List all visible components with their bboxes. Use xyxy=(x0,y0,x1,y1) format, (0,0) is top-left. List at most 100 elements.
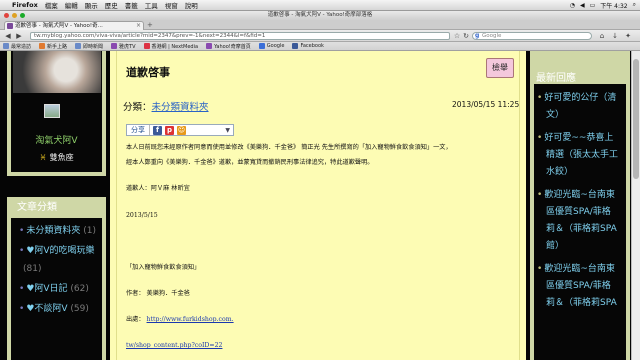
window-title: 道歉啓事 - 淘氣犬阿V - Yahoo!奇摩部落格 xyxy=(267,12,373,18)
chevron-down-icon[interactable]: ▼ xyxy=(225,127,230,134)
category-box: 文章分類 • 未分類資料夾 (1) • ♥阿V的吃喝玩樂 (81) • ♥阿V日記 (… xyxy=(7,197,106,360)
category-item[interactable]: • 未分類資料夾 (1) xyxy=(19,226,96,237)
menu-app-name[interactable]: Firefox xyxy=(12,1,38,9)
navigation-bar: ◀ ▶ tw.myblog.yahoo.com/viva-viva/articl… xyxy=(0,30,640,42)
zoom-window-icon[interactable] xyxy=(20,13,25,18)
download-button[interactable]: ↓ xyxy=(610,31,620,41)
url-input[interactable]: tw.myblog.yahoo.com/viva-viva/article?mi… xyxy=(30,32,450,40)
menubar-clock[interactable]: 下午 4:32 xyxy=(600,1,627,10)
addon-button[interactable]: ✦ xyxy=(623,31,633,41)
comment-item-line[interactable]: 文） xyxy=(546,107,564,124)
quote-author: 作者： 美樂狗．千金爸 xyxy=(126,290,190,297)
profile-photo[interactable] xyxy=(13,51,101,93)
home-button[interactable]: ⌂ xyxy=(597,31,607,41)
search-input[interactable]: g Google xyxy=(472,32,592,40)
category-item[interactable]: • ♥阿V的吃喝玩樂 xyxy=(19,246,95,257)
category-list: • 未分類資料夾 (1) • ♥阿V的吃喝玩樂 (81) • ♥阿V日記 (62) •… xyxy=(11,218,102,360)
tab-current[interactable]: 道歉啓事 - 淘氣犬阿V - Yahoo!奇... × xyxy=(4,21,144,30)
close-tab-icon[interactable]: × xyxy=(136,22,141,30)
vertical-scrollbar[interactable] xyxy=(631,51,640,360)
menu-tools[interactable]: 工具 xyxy=(145,0,158,10)
bookmark-item[interactable]: 最常造訪 xyxy=(3,43,31,50)
back-button[interactable]: ◀ xyxy=(3,31,13,41)
profile-box: 淘氣犬阿V ♓ 雙魚座 xyxy=(7,51,106,176)
volume-icon[interactable]: ◀ xyxy=(580,2,585,9)
menu-bookmarks[interactable]: 書籤 xyxy=(125,0,138,10)
source-link[interactable]: http://www.furkidshop.com. xyxy=(147,316,234,323)
blogger-name[interactable]: 淘氣犬阿V xyxy=(11,133,102,146)
zodiac-label: ♓ 雙魚座 xyxy=(39,153,74,162)
comment-item-line[interactable]: 精選（張太太手工 xyxy=(546,147,618,164)
bookmark-item[interactable]: 雅虎TV xyxy=(111,43,136,50)
source-link-continued[interactable]: tw/shop_content.php?coID=22 xyxy=(126,342,222,349)
yahoo-icon xyxy=(111,43,118,49)
menu-file[interactable]: 檔案 xyxy=(45,0,58,10)
right-sidebar: 最新回應 • 好可愛的公仔（清 文） • 好可愛~~恭喜上 精選（張太太手工 水餃）… xyxy=(526,51,631,360)
comment-item[interactable]: • 好可愛~~恭喜上 xyxy=(537,130,613,147)
menu-edit[interactable]: 編輯 xyxy=(65,0,78,10)
new-tab-button[interactable]: + xyxy=(147,21,153,29)
comment-item-line[interactable]: 區優質SPA/菲格 xyxy=(546,278,611,295)
scrollbar-thumb[interactable] xyxy=(633,59,639,179)
tab-label: 道歉啓事 - 淘氣犬阿V - Yahoo!奇... xyxy=(15,23,103,29)
menu-help[interactable]: 說明 xyxy=(185,0,198,10)
comment-item-line[interactable]: 莉＆（菲格莉SPA xyxy=(546,221,617,238)
comment-item-line[interactable]: 莉＆（菲格莉SPA xyxy=(546,295,617,312)
comment-item[interactable]: • 好可愛的公仔（清 xyxy=(537,90,616,107)
google-icon: g xyxy=(475,32,480,39)
menu-history[interactable]: 歷史 xyxy=(105,0,118,10)
comment-item[interactable]: • 歡迎光臨~台南東 xyxy=(537,261,615,278)
avatar[interactable] xyxy=(44,104,60,118)
quote-source: 出處： http://www.furkidshop.com. xyxy=(126,316,234,323)
bookmark-item[interactable]: Facebook xyxy=(292,43,324,49)
battery-icon[interactable]: ▭ xyxy=(590,2,596,9)
google-icon xyxy=(258,43,265,49)
bookmark-item[interactable]: 新手上路 xyxy=(39,43,67,50)
bookmark-star-icon[interactable]: ☆ xyxy=(453,31,461,41)
mac-menubar: Firefox 檔案 編輯 顯示 歷史 書籤 工具 視窗 說明 ◔ ◀ ▭ 下午… xyxy=(0,0,640,11)
rss-icon xyxy=(75,43,82,49)
category-item[interactable]: • ♥不談阿V (59) xyxy=(19,304,89,315)
plurk-share-icon[interactable]: p xyxy=(165,125,174,135)
share-toolbar: 分享 f p ☺ ▼ xyxy=(126,124,234,136)
comment-item-line[interactable]: 水餃） xyxy=(546,164,573,181)
category-item[interactable]: • ♥阿V日記 (62) xyxy=(19,284,89,295)
search-placeholder: Google xyxy=(482,33,502,39)
zodiac-icon: ♓ xyxy=(39,153,47,162)
menu-window[interactable]: 視窗 xyxy=(165,0,178,10)
category-count: (81) xyxy=(23,264,42,274)
firefox-icon xyxy=(39,43,46,49)
article-panel: 道歉啓事 檢舉 分類：未分類資料夾 2013/05/15 11:25 分享 f … xyxy=(110,51,526,360)
menu-view[interactable]: 顯示 xyxy=(85,0,98,10)
category-link[interactable]: 未分類資料夾 xyxy=(152,102,209,113)
bookmark-item[interactable]: 香港網 | NextMedia xyxy=(143,43,198,50)
yahoo-favicon-icon xyxy=(7,23,13,29)
recent-comments-box: 最新回應 • 好可愛的公仔（清 文） • 好可愛~~恭喜上 精選（張太太手工 水餃）… xyxy=(530,51,630,360)
yahoo-icon xyxy=(206,43,213,49)
emoji-share-icon[interactable]: ☺ xyxy=(177,125,186,135)
category-heading: 文章分類 xyxy=(17,202,57,213)
comment-item-line[interactable]: 區優質SPA/菲格 xyxy=(546,204,611,221)
close-window-icon[interactable] xyxy=(4,13,9,18)
comment-item[interactable]: • 歡迎光臨~台南東 xyxy=(537,187,615,204)
bookmark-item[interactable]: Yahoo!奇摩首頁 xyxy=(206,43,251,50)
recent-comments-heading: 最新回應 xyxy=(536,73,576,84)
bookmark-item[interactable]: Google xyxy=(258,43,284,49)
quote-source-continued: tw/shop_content.php?coID=22 xyxy=(126,341,516,350)
nextmedia-icon xyxy=(143,43,150,49)
tab-bar: 道歉啓事 - 淘氣犬阿V - Yahoo!奇... × + xyxy=(0,20,640,30)
recent-comments-list: • 好可愛的公仔（清 文） • 好可愛~~恭喜上 精選（張太太手工 水餃） • 歡迎光… xyxy=(534,84,626,360)
minimize-window-icon[interactable] xyxy=(12,13,17,18)
article-category: 分類：未分類資料夾 xyxy=(123,102,209,113)
share-button[interactable]: 分享 xyxy=(127,125,150,135)
comment-item-line[interactable]: 館） xyxy=(546,238,564,255)
facebook-share-icon[interactable]: f xyxy=(153,125,162,135)
article-date-2: 2013/5/15 xyxy=(126,212,158,219)
report-button[interactable]: 檢舉 xyxy=(486,58,514,78)
spotlight-icon[interactable]: ⌕ xyxy=(633,1,636,9)
wifi-icon[interactable]: ◔ xyxy=(570,2,575,9)
forward-button[interactable]: ▶ xyxy=(14,31,24,41)
article-date: 2013/05/15 11:25 xyxy=(452,100,520,109)
reload-button[interactable]: ↻ xyxy=(462,31,470,41)
bookmark-item[interactable]: 即時新聞 xyxy=(75,43,103,50)
